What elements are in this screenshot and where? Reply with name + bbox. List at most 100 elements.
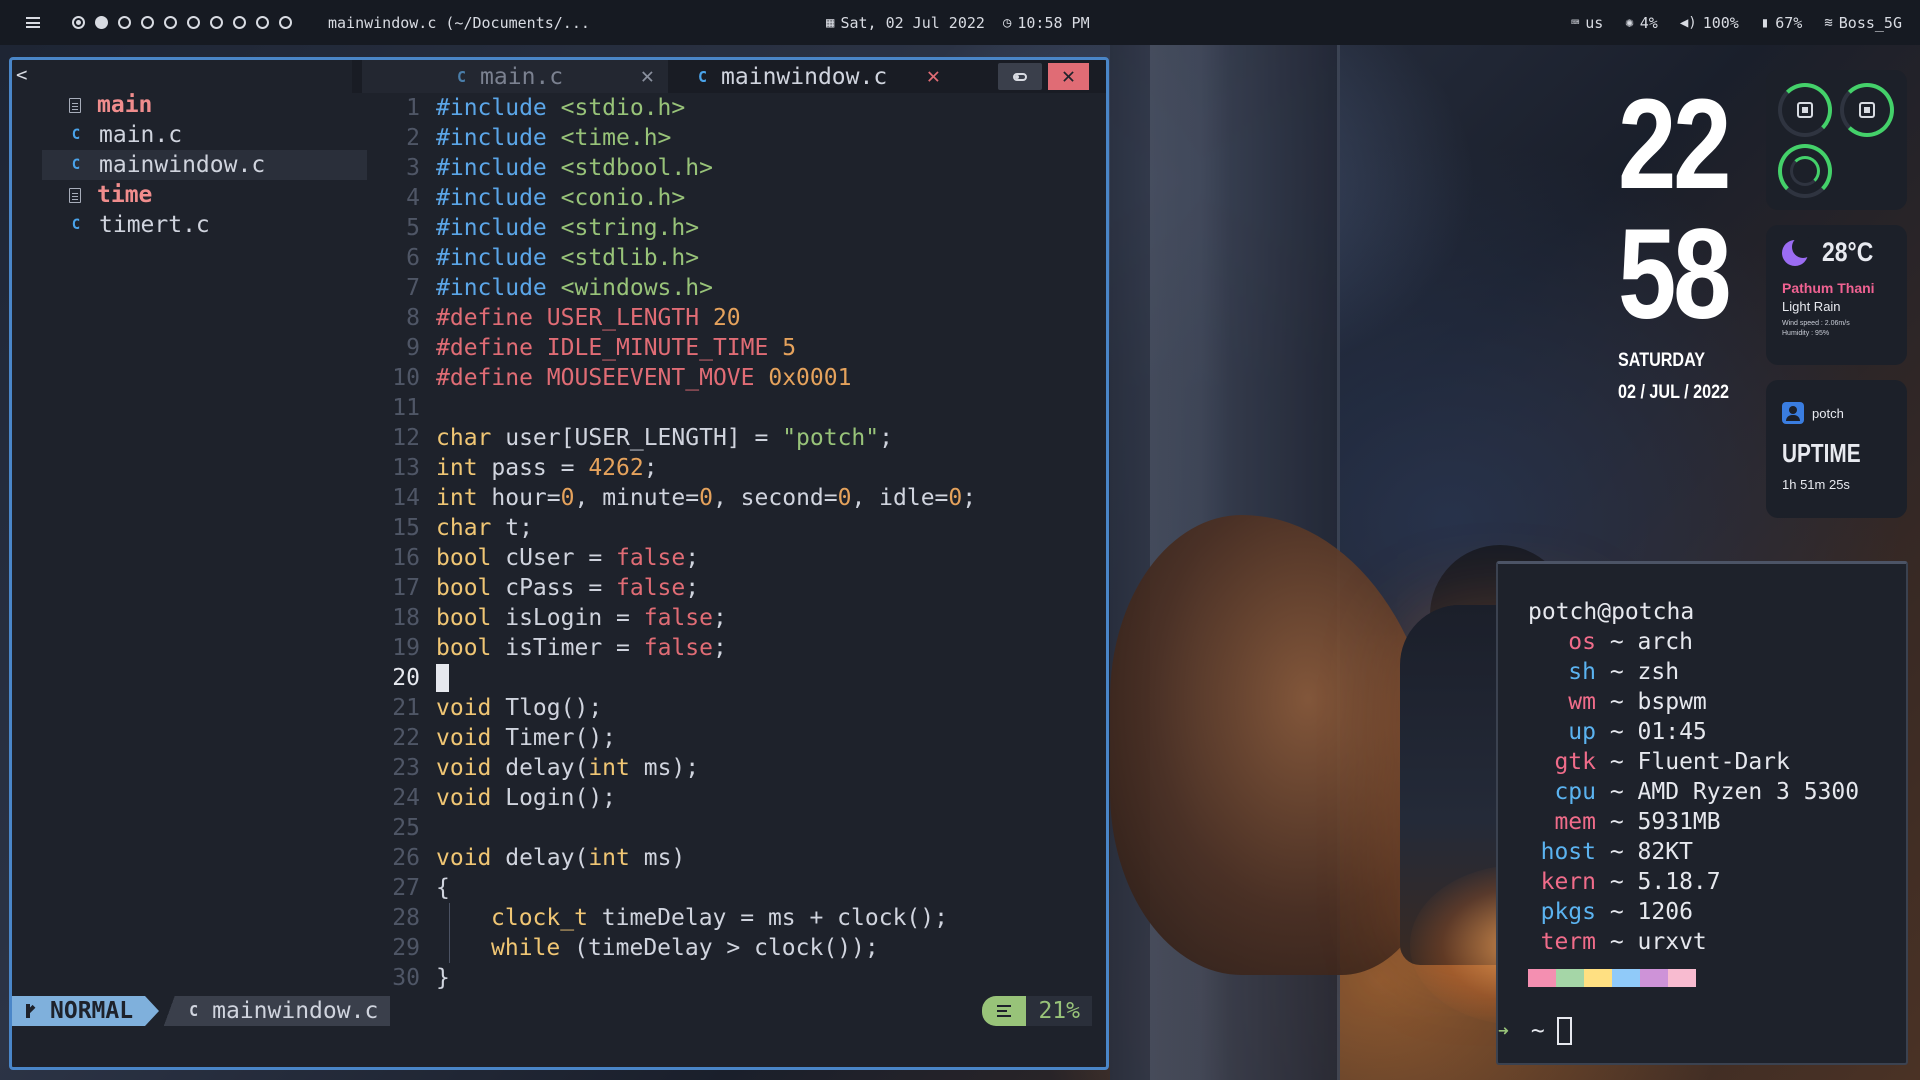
date-text: Sat, 02 Jul 2022 (840, 13, 985, 32)
buffer-tabline: C main.c ✕ C mainwindow.c ✕ ✕ (352, 60, 1106, 93)
code-token: #define MOUSEEVENT_MOVE (436, 365, 769, 391)
code-line[interactable]: 10 #define MOUSEEVENT_MOVE 0x0001 (352, 363, 1106, 393)
line-number: 29 (392, 935, 420, 961)
line-number: 28 (392, 905, 420, 931)
brightness-indicator[interactable]: ✺ 4% (1625, 14, 1658, 32)
wifi-indicator[interactable]: ≋ Boss_5G (1824, 14, 1902, 32)
code-line[interactable]: 30} (352, 963, 1106, 993)
terminal-window[interactable]: potch@potcha os ~ arch sh ~ zsh wm ~ bspwm… (1496, 561, 1908, 1065)
line-number: 1 (406, 95, 420, 121)
tree-item[interactable]: main (12, 90, 367, 120)
workspace-3[interactable] (118, 16, 131, 29)
code-token: , minute= (574, 485, 700, 511)
line-number: 21 (392, 695, 420, 721)
workspace-7[interactable] (210, 16, 223, 29)
code-line[interactable]: 13 int pass = 4262; (352, 453, 1106, 483)
line-number: 30 (392, 965, 420, 991)
lines-icon (982, 996, 1027, 1026)
datetime[interactable]: ▦ Sat, 02 Jul 2022 ◷ 10:58 PM (826, 0, 1090, 45)
fetch-row: wm ~ bspwm (1528, 687, 1859, 717)
fetch-output: potch@potcha os ~ arch sh ~ zsh wm ~ bspwm… (1528, 597, 1859, 987)
workspace-8[interactable] (233, 16, 246, 29)
code-line[interactable]: 28 clock_t timeDelay = ms + clock(); (352, 903, 1106, 933)
status-position: 21% (982, 996, 1092, 1026)
close-button[interactable]: ✕ (1048, 63, 1089, 90)
fetch-row: cpu ~ AMD Ryzen 3 5300 (1528, 777, 1859, 807)
code-token: #include (436, 185, 561, 211)
code-token: t; (491, 515, 533, 541)
code-token: false (643, 605, 713, 631)
neovim-window[interactable]: < main Cmain.c Cmainwindow.c time Ctimert.c … (9, 57, 1109, 1070)
code-line[interactable]: 2 #include <time.h> (352, 123, 1106, 153)
code-line[interactable]: 7 #include <windows.h> (352, 273, 1106, 303)
line-number: 20 (392, 665, 420, 691)
code-token: "potch" (782, 425, 880, 451)
code-token: <windows.h> (560, 275, 713, 301)
workspace-4[interactable] (141, 16, 154, 29)
code-line[interactable]: 24 void Login(); (352, 783, 1106, 813)
code-line[interactable]: 29 while (timeDelay > clock()); (352, 933, 1106, 963)
code-token: } (436, 965, 450, 991)
workspace-5[interactable] (164, 16, 177, 29)
code-line[interactable]: 8 #define USER_LENGTH 20 (352, 303, 1106, 333)
file-icon (69, 97, 81, 113)
code-line[interactable]: 26 void delay(int ms) (352, 843, 1106, 873)
uptime-label: UPTIME (1782, 438, 1861, 468)
code-token: 0 (837, 485, 852, 511)
calendar-icon: ▦ (826, 14, 835, 31)
keyboard-layout[interactable]: ⌨ us (1571, 14, 1604, 32)
tab-mainwindow-c[interactable]: C mainwindow.c ✕ (678, 60, 948, 93)
code-line[interactable]: 6 #include <stdlib.h> (352, 243, 1106, 273)
disk-ring (1778, 144, 1832, 198)
workspace-6[interactable] (187, 16, 200, 29)
workspace-9[interactable] (256, 16, 269, 29)
toggle-button[interactable] (998, 63, 1042, 90)
memory-ring (1778, 83, 1832, 137)
workspace-1[interactable] (72, 16, 85, 29)
code-line[interactable]: 20 (352, 663, 1106, 693)
workspace-2[interactable] (95, 16, 108, 29)
code-line[interactable]: 1 #include <stdio.h> (352, 93, 1106, 123)
volume-indicator[interactable]: ◀) 100% (1680, 14, 1739, 32)
tree-item[interactable]: Cmainwindow.c (42, 150, 367, 180)
code-token: 0 (699, 485, 713, 511)
code-line[interactable]: 23 void delay(int ms); (352, 753, 1106, 783)
menu-icon[interactable] (26, 17, 40, 28)
vim-mode-icon (24, 1003, 40, 1019)
line-number: 5 (406, 215, 420, 241)
code-line[interactable]: 9 #define IDLE_MINUTE_TIME 5 (352, 333, 1106, 363)
code-area[interactable]: 1 #include <stdio.h> 2 #include <time.h> 3 #i… (352, 93, 1106, 993)
code-line[interactable]: 17 bool cPass = false; (352, 573, 1106, 603)
code-line[interactable]: 5 #include <string.h> (352, 213, 1106, 243)
code-line[interactable]: 3 #include <stdbool.h> (352, 153, 1106, 183)
code-line[interactable]: 4 #include <conio.h> (352, 183, 1106, 213)
c-file-icon: C (71, 157, 81, 173)
code-line[interactable]: 27 { (352, 873, 1106, 903)
tree-item[interactable]: time (12, 180, 367, 210)
tree-collapse-button[interactable]: < (16, 64, 27, 86)
tree-item[interactable]: Ctimert.c (12, 210, 367, 240)
brightness-icon: ✺ (1625, 14, 1634, 31)
close-tab-icon[interactable]: ✕ (641, 64, 654, 89)
close-tab-icon[interactable]: ✕ (927, 64, 940, 89)
code-line[interactable]: 14 int hour= 0, minute= 0, second= 0, idle= 0… (352, 483, 1106, 513)
shell-prompt[interactable]: ➜ ~ (1498, 1017, 1572, 1045)
code-token: #include (436, 95, 561, 121)
workspace-10[interactable] (279, 16, 292, 29)
fetch-user-host: potch@potcha (1528, 599, 1695, 625)
code-line[interactable]: 19 bool isTimer = false; (352, 633, 1106, 663)
code-line[interactable]: 15 char t; (352, 513, 1106, 543)
code-line[interactable]: 22 void Timer(); (352, 723, 1106, 753)
tab-main-c[interactable]: C main.c ✕ (362, 60, 668, 93)
tree-item[interactable]: Cmain.c (12, 120, 367, 150)
battery-indicator[interactable]: ▮ 67% (1761, 14, 1803, 32)
code-line[interactable]: 25 (352, 813, 1106, 843)
code-line[interactable]: 18 bool isLogin = false; (352, 603, 1106, 633)
line-number: 18 (392, 605, 420, 631)
code-line[interactable]: 16 bool cUser = false; (352, 543, 1106, 573)
code-line[interactable]: 21 void Tlog(); (352, 693, 1106, 723)
code-line[interactable]: 12 char user[USER_LENGTH] = "potch"; (352, 423, 1106, 453)
code-token: int (588, 845, 630, 871)
code-token: bool (436, 545, 492, 571)
code-line[interactable]: 11 (352, 393, 1106, 423)
